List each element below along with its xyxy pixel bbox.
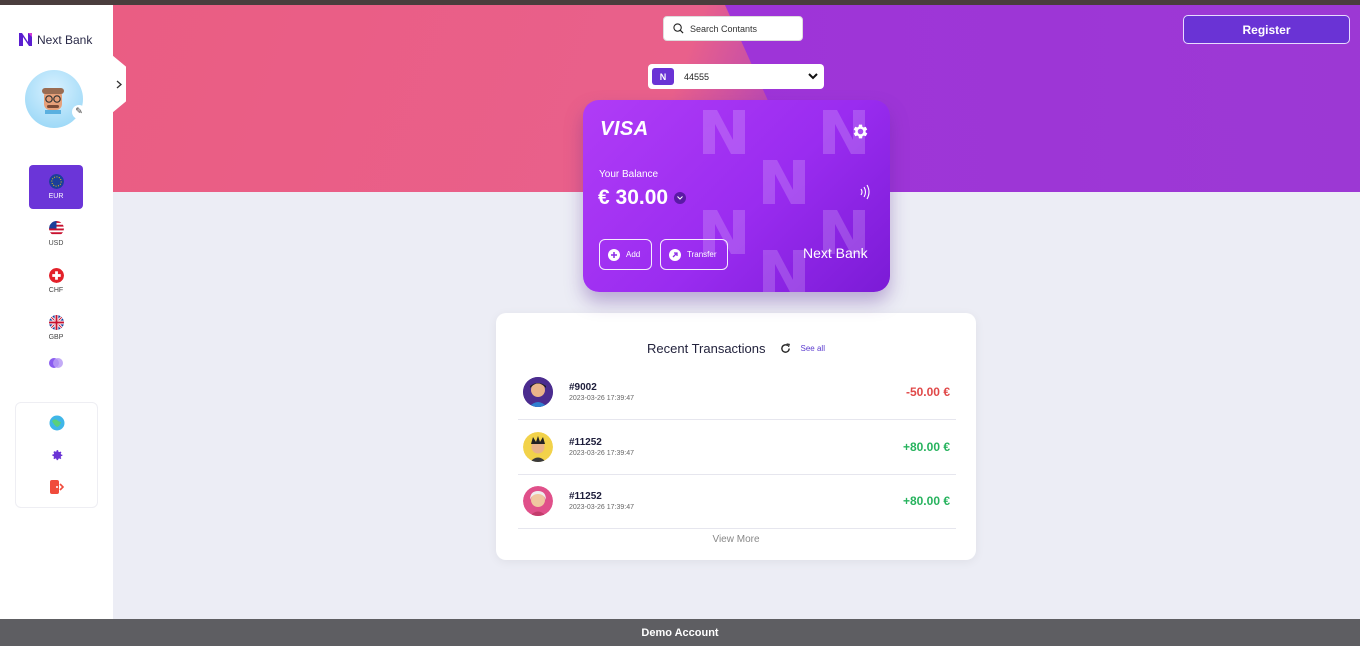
more-currencies-button[interactable]	[29, 356, 83, 370]
transaction-date: 2023-03-26 17:39:47	[569, 450, 634, 457]
search-icon	[673, 23, 684, 34]
balance-value: € 30.00	[598, 186, 669, 209]
logout-icon[interactable]	[49, 479, 65, 495]
see-all-link[interactable]: See all	[801, 344, 825, 353]
avatar-face-icon	[42, 88, 64, 114]
transaction-row[interactable]: #11252 2023-03-26 17:39:47 +80.00 €	[518, 474, 956, 529]
balance-amount: € 30.00	[598, 186, 687, 210]
account-number: 44555	[684, 71, 710, 82]
transactions-title: Recent Transactions	[647, 341, 766, 356]
contact-avatar	[523, 486, 553, 516]
transaction-row[interactable]: #9002 2023-03-26 17:39:47 -50.00 €	[518, 365, 956, 420]
ch-flag-icon	[48, 268, 64, 283]
eu-flag-icon	[48, 174, 64, 189]
person-avatar-icon	[523, 486, 553, 516]
currency-gbp[interactable]: GBP	[29, 306, 83, 350]
transfer-button[interactable]: Transfer	[660, 239, 728, 270]
chevron-down-icon	[808, 73, 818, 80]
add-label: Add	[626, 250, 641, 259]
transactions-header: Recent Transactions See all	[496, 341, 976, 356]
demo-account-banner: Demo Account	[0, 619, 1360, 646]
us-flag-icon	[48, 221, 64, 236]
transaction-row[interactable]: #11252 2023-03-26 17:39:47 +80.00 €	[518, 420, 956, 475]
currency-label: USD	[48, 240, 64, 247]
person-avatar-icon	[523, 432, 553, 462]
search-placeholder: Search Contants	[690, 23, 758, 34]
brand[interactable]: Next Bank	[18, 32, 92, 47]
settings-gear-icon[interactable]	[50, 448, 64, 462]
globe-icon[interactable]	[49, 415, 65, 431]
currency-usd[interactable]: USD	[29, 212, 83, 256]
chevron-right-icon	[116, 80, 122, 88]
transaction-date: 2023-03-26 17:39:47	[569, 504, 634, 511]
currency-eur[interactable]: EUR	[29, 165, 83, 209]
card-network: VISA	[600, 118, 649, 140]
account-select[interactable]: N 44555	[648, 64, 824, 89]
currency-label: CHF	[48, 287, 64, 294]
add-button[interactable]: Add	[599, 239, 652, 270]
contact-avatar	[523, 377, 553, 407]
transaction-info: #11252 2023-03-26 17:39:47	[569, 437, 903, 457]
currency-list: EUR USD CHF GBP	[29, 165, 83, 370]
balance-toggle-button[interactable]	[674, 192, 687, 204]
uk-flag-icon	[48, 315, 64, 330]
view-more-link[interactable]: View More	[496, 534, 976, 545]
brand-name: Next Bank	[37, 32, 93, 47]
currency-label: EUR	[48, 193, 64, 200]
card-settings-icon[interactable]	[851, 122, 870, 141]
recent-transactions-panel: Recent Transactions See all #9002 2023-0…	[496, 313, 976, 560]
top-border	[0, 0, 1360, 5]
transaction-id: #11252	[569, 491, 602, 502]
currency-chf[interactable]: CHF	[29, 259, 83, 303]
card-bank-name: Next Bank	[803, 245, 868, 261]
balance-label: Your Balance	[599, 169, 659, 180]
transaction-info: #9002 2023-03-26 17:39:47	[569, 382, 906, 402]
person-avatar-icon	[523, 377, 553, 407]
register-button[interactable]: Register	[1183, 15, 1350, 44]
plus-icon	[608, 248, 620, 261]
brand-logo-icon	[19, 33, 32, 46]
refresh-icon[interactable]	[780, 343, 791, 354]
sidebar-tools	[15, 402, 98, 508]
transaction-date: 2023-03-26 17:39:47	[569, 395, 634, 402]
currency-label: GBP	[48, 334, 64, 341]
transfer-label: Transfer	[687, 250, 717, 259]
transaction-amount: +80.00 €	[902, 440, 950, 454]
transfer-arrow-icon	[669, 248, 681, 261]
search-input[interactable]: Search Contants	[663, 16, 803, 41]
account-logo-icon: N	[652, 68, 674, 85]
transaction-id: #9002	[569, 382, 597, 393]
avatar[interactable]	[25, 70, 83, 128]
contact-avatar	[523, 432, 553, 462]
chevron-down-icon	[677, 196, 683, 200]
sidebar: Next Bank ✎ EUR USD CHF GBP	[0, 5, 113, 619]
edit-avatar-icon[interactable]: ✎	[72, 105, 86, 119]
bank-card: VISA Your Balance € 30.00 Add Transfer N…	[583, 100, 890, 292]
transaction-amount: +80.00 €	[902, 494, 950, 508]
coins-icon	[49, 358, 63, 368]
transaction-info: #11252 2023-03-26 17:39:47	[569, 491, 903, 511]
transaction-id: #11252	[569, 437, 602, 448]
transaction-amount: -50.00 €	[905, 385, 950, 399]
contactless-icon	[860, 184, 870, 200]
